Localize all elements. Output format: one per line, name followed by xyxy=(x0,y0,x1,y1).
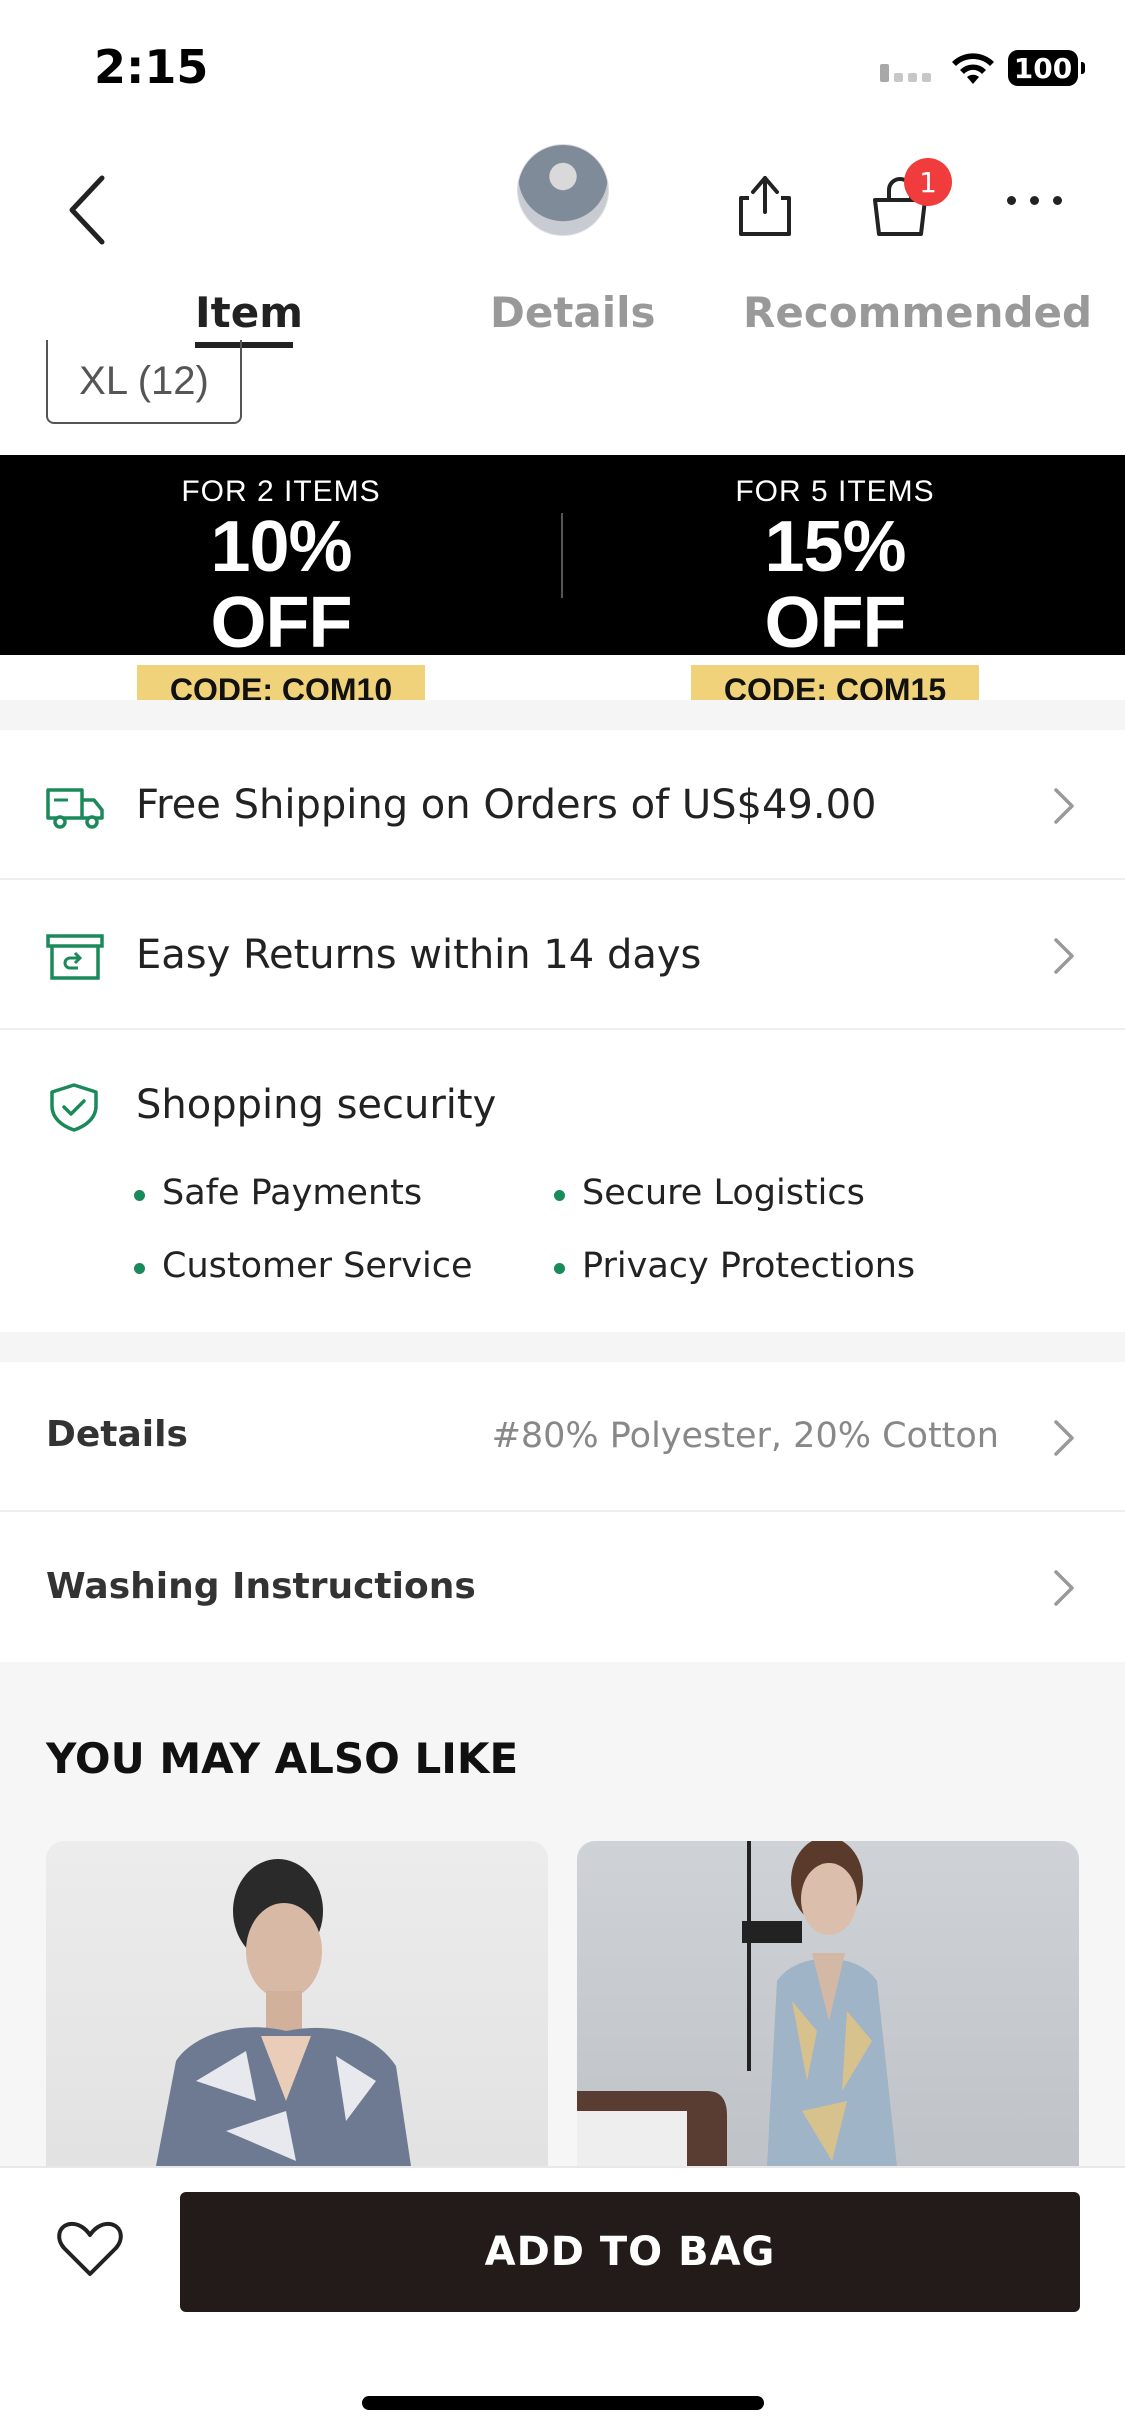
details-value: #80% Polyester, 20% Cotton xyxy=(491,1416,999,1456)
details-label: Details xyxy=(46,1414,188,1455)
battery-icon: 100 xyxy=(1008,50,1085,86)
washing-instructions-label: Washing Instructions xyxy=(46,1566,476,1607)
wifi-icon xyxy=(952,53,994,84)
recommendations-title: YOU MAY ALSO LIKE xyxy=(46,1734,519,1783)
heart-icon[interactable] xyxy=(56,2220,124,2280)
easy-returns-row[interactable]: Easy Returns within 14 days xyxy=(0,880,1125,1030)
product-image xyxy=(156,1859,411,2166)
chevron-right-icon xyxy=(1054,1420,1074,1456)
product-thumbnail-avatar[interactable] xyxy=(517,144,609,236)
promo-offer-1: FOR 2 ITEMS 10% OFF CODE: COM10 xyxy=(136,475,426,715)
tab-item[interactable]: Item xyxy=(195,288,303,337)
product-card[interactable] xyxy=(46,1841,548,2166)
promo-banner[interactable]: FOR 2 ITEMS 10% OFF CODE: COM10 FOR 5 IT… xyxy=(0,455,1125,715)
home-indicator[interactable] xyxy=(362,2396,764,2410)
details-row[interactable]: Details #80% Polyester, 20% Cotton xyxy=(0,1362,1125,1512)
product-card[interactable] xyxy=(577,1841,1079,2166)
size-option-chip[interactable]: XL (12) xyxy=(46,340,242,424)
back-arrow-icon[interactable] xyxy=(60,170,120,250)
list-item: Customer Service xyxy=(134,1246,473,1286)
shield-check-icon xyxy=(50,1083,98,1132)
promo-discount: 15% OFF xyxy=(764,507,906,663)
free-shipping-row[interactable]: Free Shipping on Orders of US$49.00 xyxy=(0,730,1125,880)
washing-instructions-row[interactable]: Washing Instructions xyxy=(0,1512,1125,1662)
promo-divider xyxy=(561,513,563,598)
cellular-signal-icon xyxy=(880,58,936,82)
list-item: Secure Logistics xyxy=(554,1173,865,1213)
tab-recommended[interactable]: Recommended xyxy=(743,288,1092,337)
promo-discount: 10% OFF xyxy=(210,507,352,663)
free-shipping-text: Free Shipping on Orders of US$49.00 xyxy=(136,782,877,828)
status-bar: 2:15 100 xyxy=(0,0,1125,130)
chevron-right-icon xyxy=(1054,1570,1074,1606)
delivery-truck-icon xyxy=(46,788,104,829)
status-time: 2:15 xyxy=(94,40,209,94)
share-icon[interactable] xyxy=(735,170,795,240)
product-image xyxy=(577,1841,897,2166)
shopping-security-title: Shopping security xyxy=(136,1082,497,1128)
add-to-bag-button[interactable]: ADD TO BAG xyxy=(180,2192,1080,2312)
return-box-icon xyxy=(46,934,104,980)
list-item: Safe Payments xyxy=(133,1173,423,1213)
section-divider xyxy=(0,700,1125,730)
tab-details[interactable]: Details xyxy=(490,288,656,337)
chevron-right-icon xyxy=(1054,788,1074,824)
promo-condition: FOR 2 ITEMS xyxy=(181,475,381,508)
chevron-right-icon xyxy=(1054,938,1074,974)
cart-count-badge: 1 xyxy=(904,158,952,206)
promo-condition: FOR 5 ITEMS xyxy=(735,475,935,508)
list-item: Privacy Protections xyxy=(553,1246,916,1286)
easy-returns-text: Easy Returns within 14 days xyxy=(136,932,702,978)
promo-offer-2: FOR 5 ITEMS 15% OFF CODE: COM15 xyxy=(690,475,980,715)
more-options-icon[interactable] xyxy=(1005,192,1065,212)
section-divider xyxy=(0,1332,1125,1362)
recommendations-section: YOU MAY ALSO LIKE xyxy=(0,1662,1125,2166)
product-header: 1 xyxy=(0,130,1125,280)
